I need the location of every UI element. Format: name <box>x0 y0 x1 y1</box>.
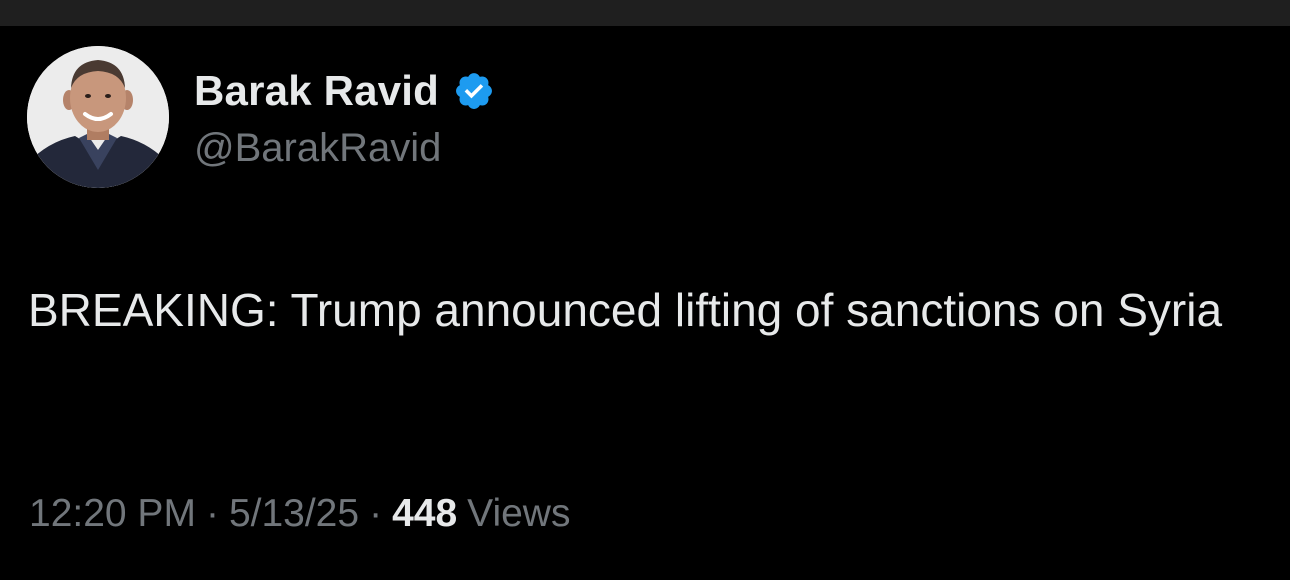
tweet-card: Barak Ravid @BarakRavid BREAKING: Trump … <box>0 26 1290 580</box>
views-count: 448 <box>392 492 458 535</box>
views-label: Views <box>467 492 571 535</box>
meta-separator: · <box>205 492 219 535</box>
avatar[interactable] <box>27 46 169 188</box>
author-handle[interactable]: @BarakRavid <box>194 126 441 171</box>
author-name-row: Barak Ravid <box>194 65 495 117</box>
verified-badge-icon[interactable] <box>453 70 495 112</box>
tweet-text: BREAKING: Trump announced lifting of san… <box>28 284 1223 336</box>
tweet-meta: 12:20 PM · 5/13/25 · 448 Views <box>29 492 570 536</box>
tweet-time[interactable]: 12:20 PM <box>29 492 196 535</box>
top-status-strip <box>0 0 1290 26</box>
meta-separator: · <box>369 492 383 535</box>
tweet-date[interactable]: 5/13/25 <box>229 492 359 535</box>
author-display-name[interactable]: Barak Ravid <box>194 67 439 115</box>
